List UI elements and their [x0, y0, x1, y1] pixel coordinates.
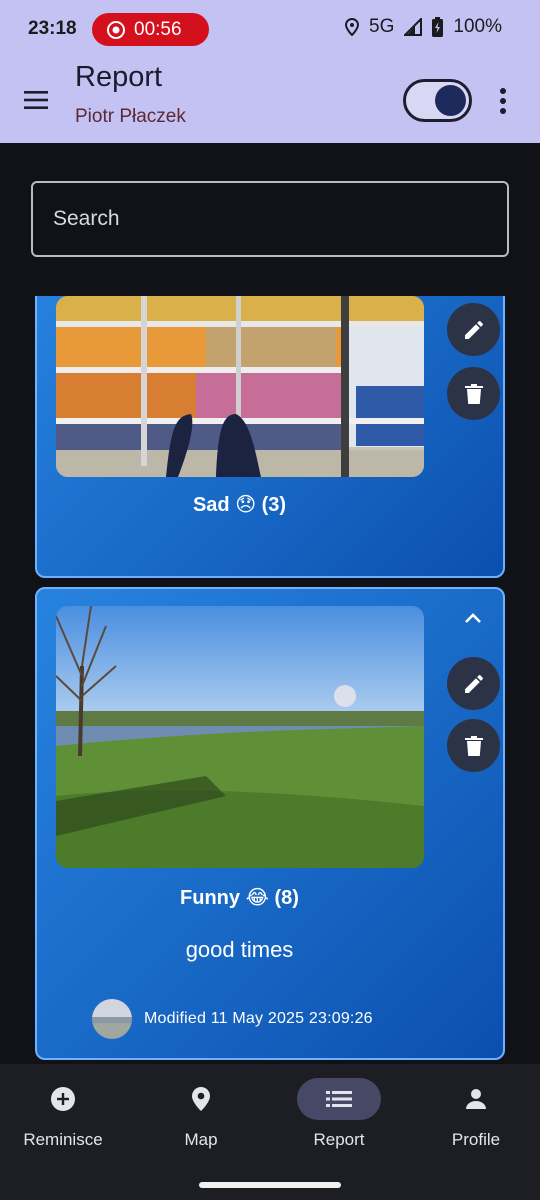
- pencil-icon: [464, 320, 483, 339]
- edit-button[interactable]: [447, 657, 500, 710]
- location-icon: [345, 18, 360, 36]
- trash-icon: [464, 735, 483, 756]
- nav-label: Profile: [451, 1130, 501, 1149]
- entry-card[interactable]: Funny 😂 (8) good times Modified 11 May 2…: [35, 587, 505, 1060]
- nav-label: Reminisce: [23, 1130, 103, 1149]
- theme-toggle[interactable]: [403, 79, 472, 122]
- list-icon: [326, 1091, 352, 1107]
- entry-photo[interactable]: [56, 296, 424, 477]
- modified-row: Modified 11 May 2025 23:09:26: [92, 999, 373, 1039]
- user-name: Piotr Płaczek: [75, 106, 186, 127]
- network-type: 5G: [369, 16, 395, 37]
- battery-charging-icon: [432, 17, 444, 37]
- map-pin-icon: [192, 1087, 210, 1111]
- nav-map[interactable]: Map: [136, 1078, 266, 1150]
- pencil-icon: [464, 674, 483, 693]
- entry-note: good times: [185, 937, 294, 962]
- modified-timestamp: Modified 11 May 2025 23:09:26: [144, 1010, 373, 1027]
- nav-label: Map: [184, 1130, 218, 1149]
- field-lake-photo: [56, 606, 424, 868]
- status-bar: 23:18 00:56 5G 100%: [0, 0, 540, 58]
- supermarket-fridge-photo: [56, 296, 424, 477]
- record-timer: 00:56: [134, 18, 182, 40]
- signal-icon: [404, 18, 423, 36]
- status-icons: 5G 100%: [345, 16, 502, 38]
- status-time: 23:18: [28, 18, 77, 39]
- record-icon: [107, 20, 125, 39]
- search-placeholder: Search: [53, 207, 120, 230]
- chevron-up-icon[interactable]: [463, 611, 483, 625]
- avatar: [92, 999, 132, 1039]
- add-circle-icon: [51, 1087, 75, 1111]
- toggle-knob: [435, 85, 466, 116]
- entry-caption: Sad 😞 (3): [192, 494, 287, 516]
- trash-icon: [464, 383, 483, 404]
- delete-button[interactable]: [447, 367, 500, 420]
- screen-record-chip[interactable]: 00:56: [92, 13, 209, 46]
- nav-reminisce[interactable]: Reminisce: [0, 1078, 128, 1150]
- page-title: Report: [75, 61, 163, 93]
- person-icon: [466, 1089, 486, 1109]
- app-bar: Report Piotr Płaczek: [0, 58, 540, 143]
- delete-button[interactable]: [447, 719, 500, 772]
- home-indicator[interactable]: [199, 1182, 341, 1188]
- entry-caption: Funny 😂 (8): [180, 887, 299, 909]
- edit-button[interactable]: [447, 303, 500, 356]
- nav-report[interactable]: Report: [274, 1078, 404, 1150]
- entry-photo[interactable]: [56, 606, 424, 868]
- entry-list[interactable]: Sad 😞 (3) Funny 😂 (8) good times Modifie…: [0, 296, 540, 1064]
- battery-level: 100%: [453, 16, 502, 37]
- search-input[interactable]: Search: [31, 181, 509, 257]
- hamburger-menu-icon[interactable]: [22, 88, 52, 112]
- bottom-navigation: Reminisce Map Report Profile: [0, 1064, 540, 1200]
- nav-profile[interactable]: Profile: [411, 1078, 540, 1150]
- nav-label: Report: [313, 1130, 365, 1149]
- more-vert-icon[interactable]: [494, 86, 512, 116]
- entry-card[interactable]: Sad 😞 (3): [35, 296, 505, 578]
